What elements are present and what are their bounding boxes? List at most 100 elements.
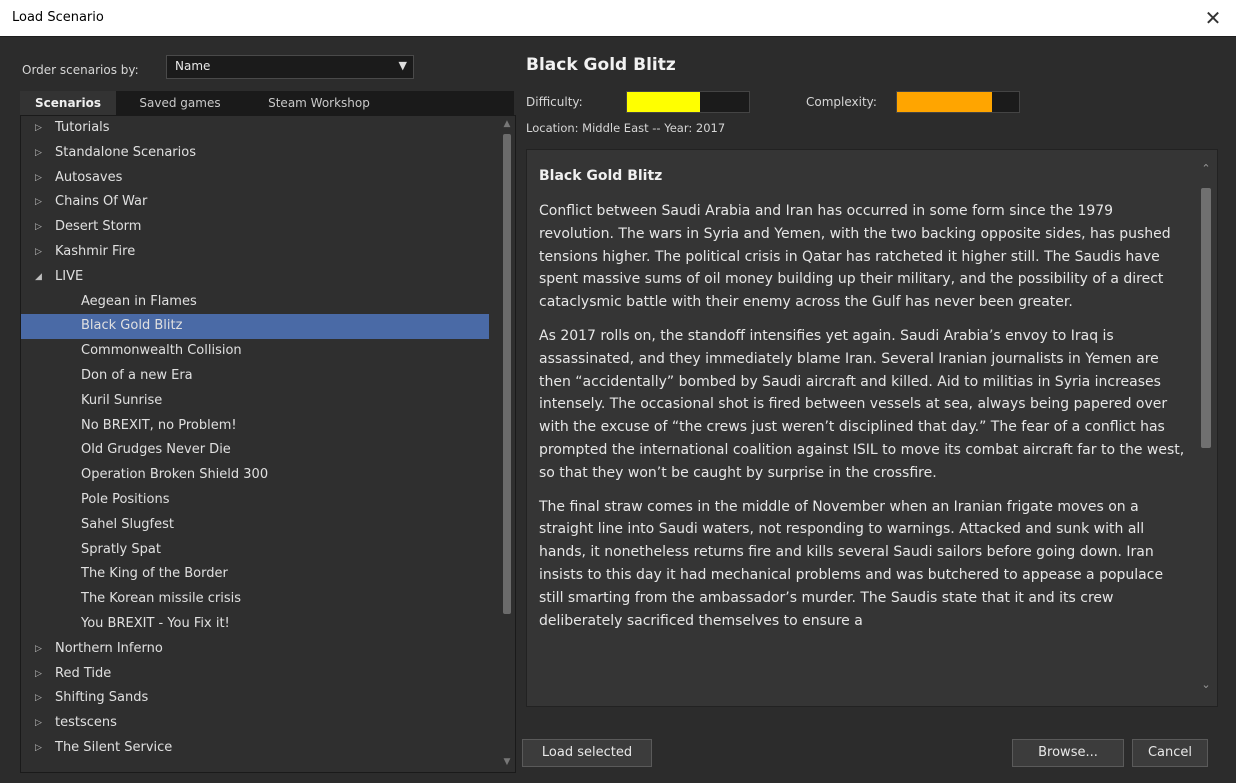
tree-item-label: Spratly Spat <box>81 541 161 557</box>
tree-item-label: You BREXIT - You Fix it! <box>81 615 230 631</box>
tree-folder-item[interactable]: ▷ Red Tide <box>21 662 489 687</box>
tree-item-label: Old Grudges Never Die <box>81 442 231 458</box>
tree-folder-item[interactable]: ▷ Chains Of War <box>21 190 489 215</box>
tree-item-label: Pole Positions <box>81 491 170 507</box>
description-title: Black Gold Blitz <box>539 168 663 184</box>
tree-folder-item[interactable]: ▷ Autosaves <box>21 166 489 191</box>
scroll-up-icon[interactable]: ▲ <box>501 118 513 130</box>
tree-folder-item[interactable]: ▷ Desert Storm <box>21 215 489 240</box>
tree-scrollbar[interactable]: ▲ ▼ <box>501 118 513 768</box>
tree-item-label: The Silent Service <box>55 739 173 755</box>
scenario-tree-list: ▷ Tutorials ▷ Standalone Scenarios ▷ Autosave… <box>21 116 489 761</box>
tree-scenario-item[interactable]: Aegean in Flames <box>21 290 489 315</box>
scenario-tree[interactable]: ▷ Tutorials ▷ Standalone Scenarios ▷ Autosave… <box>20 115 516 773</box>
description-body: Conflict between Saudi Arabia and Iran h… <box>539 200 1189 643</box>
triangle-right-icon[interactable]: ▷ <box>35 637 42 662</box>
window-title: Load Scenario <box>12 10 104 25</box>
tree-item-label: Desert Storm <box>55 219 142 235</box>
tree-item-label: The Korean missile crisis <box>81 591 241 607</box>
order-label: Order scenarios by: <box>22 63 139 77</box>
tree-folder-item[interactable]: ▷ The Silent Service <box>21 736 489 761</box>
tree-folder-item[interactable]: ▷ Kashmir Fire <box>21 240 489 265</box>
scenario-title: Black Gold Blitz <box>526 55 676 75</box>
tree-scenario-item[interactable]: Operation Broken Shield 300 <box>21 463 489 488</box>
scenario-tabs: Scenarios Saved games Steam Workshop <box>20 91 514 115</box>
order-select[interactable]: Name ▼ <box>166 55 414 79</box>
tree-item-label: Chains Of War <box>55 194 148 210</box>
difficulty-label: Difficulty: <box>526 95 583 109</box>
load-selected-button[interactable]: Load selected <box>522 739 652 767</box>
tree-item-label: Commonwealth Collision <box>81 343 242 359</box>
tree-scenario-item[interactable]: Commonwealth Collision <box>21 339 489 364</box>
load-scenario-dialog: Order scenarios by: Name ▼ Scenarios Sav… <box>0 36 1236 783</box>
tree-folder-item[interactable]: ▷ Northern Inferno <box>21 637 489 662</box>
tree-item-label: Tutorials <box>55 120 110 135</box>
triangle-right-icon[interactable]: ▷ <box>35 736 42 761</box>
tab-saved-games[interactable]: Saved games <box>124 91 236 115</box>
tree-scenario-item[interactable]: You BREXIT - You Fix it! <box>21 612 489 637</box>
tree-item-label: Standalone Scenarios <box>55 144 196 160</box>
chevron-up-icon[interactable]: ⌃ <box>1199 162 1213 176</box>
tree-scenario-item[interactable]: Don of a new Era <box>21 364 489 389</box>
tree-folder-item[interactable]: ▷ Tutorials <box>21 116 489 141</box>
tree-folder-item[interactable]: ◢ LIVE <box>21 265 489 290</box>
triangle-right-icon[interactable]: ▷ <box>35 240 42 265</box>
tree-scenario-item[interactable]: Pole Positions <box>21 488 489 513</box>
tab-scenarios[interactable]: Scenarios <box>20 91 116 115</box>
tree-item-label: testscens <box>55 715 117 731</box>
cancel-button[interactable]: Cancel <box>1132 739 1208 767</box>
tree-scenario-item[interactable]: No BREXIT, no Problem! <box>21 414 489 439</box>
scenario-browser-panel: Order scenarios by: Name ▼ Scenarios Sav… <box>20 51 516 773</box>
scenario-details-panel: Black Gold Blitz Difficulty: Complexity:… <box>522 51 1218 771</box>
tree-scenario-item[interactable]: Kuril Sunrise <box>21 389 489 414</box>
triangle-right-icon[interactable]: ▷ <box>35 166 42 191</box>
triangle-right-icon[interactable]: ▷ <box>35 215 42 240</box>
difficulty-bar-fill <box>627 92 701 112</box>
description-scroll-thumb[interactable] <box>1201 188 1211 448</box>
triangle-right-icon[interactable]: ▷ <box>35 686 42 711</box>
description-paragraph: Conflict between Saudi Arabia and Iran h… <box>539 203 1171 311</box>
tree-item-label: Sahel Slugfest <box>81 516 174 532</box>
scenario-description: Black Gold Blitz Conflict between Saudi … <box>526 149 1218 707</box>
chevron-down-icon[interactable]: ⌄ <box>1199 678 1213 692</box>
scenario-location-year: Location: Middle East -- Year: 2017 <box>526 121 726 135</box>
tree-scenario-item[interactable]: The King of the Border <box>21 562 489 587</box>
tree-scenario-item[interactable]: Spratly Spat <box>21 538 489 563</box>
description-scrollbar[interactable]: ⌃ ⌄ <box>1199 162 1213 692</box>
tree-item-label: Operation Broken Shield 300 <box>81 467 269 483</box>
tab-steam-workshop[interactable]: Steam Workshop <box>246 91 392 115</box>
tree-scenario-item[interactable]: Old Grudges Never Die <box>21 438 489 463</box>
tree-item-label: No BREXIT, no Problem! <box>81 417 237 433</box>
tree-folder-item[interactable]: ▷ testscens <box>21 711 489 736</box>
tree-folder-item[interactable]: ▷ Standalone Scenarios <box>21 141 489 166</box>
difficulty-bar <box>626 91 750 113</box>
tree-scroll-thumb[interactable] <box>503 134 511 614</box>
tree-item-label: Black Gold Blitz <box>81 318 183 334</box>
tree-scenario-item[interactable]: Black Gold Blitz <box>21 314 489 340</box>
triangle-right-icon[interactable]: ▷ <box>35 116 42 141</box>
tree-item-label: Aegean in Flames <box>81 293 197 309</box>
tree-scenario-item[interactable]: The Korean missile crisis <box>21 587 489 612</box>
tree-scenario-item[interactable]: Sahel Slugfest <box>21 513 489 538</box>
tree-item-label: Autosaves <box>55 169 123 185</box>
triangle-down-icon[interactable]: ◢ <box>35 265 42 290</box>
title-bar: Load Scenario ✕ <box>0 0 1236 36</box>
tree-item-label: Shifting Sands <box>55 690 149 706</box>
tree-item-label: Red Tide <box>55 665 112 681</box>
close-icon[interactable]: ✕ <box>1200 5 1226 31</box>
triangle-right-icon[interactable]: ▷ <box>35 711 42 736</box>
complexity-bar <box>896 91 1020 113</box>
tree-folder-item[interactable]: ▷ Shifting Sands <box>21 686 489 711</box>
triangle-right-icon[interactable]: ▷ <box>35 190 42 215</box>
description-paragraph: As 2017 rolls on, the standoff intensifi… <box>539 327 1185 481</box>
triangle-right-icon[interactable]: ▷ <box>35 141 42 166</box>
complexity-label: Complexity: <box>806 95 877 109</box>
description-paragraph: The final straw comes in the middle of N… <box>539 498 1164 629</box>
order-select-value: Name <box>175 59 211 73</box>
tree-item-label: Kuril Sunrise <box>81 392 163 408</box>
tree-item-label: LIVE <box>55 268 84 284</box>
scroll-down-icon[interactable]: ▼ <box>501 756 513 768</box>
browse-button[interactable]: Browse... <box>1012 739 1124 767</box>
complexity-bar-fill <box>897 92 993 112</box>
triangle-right-icon[interactable]: ▷ <box>35 662 42 687</box>
